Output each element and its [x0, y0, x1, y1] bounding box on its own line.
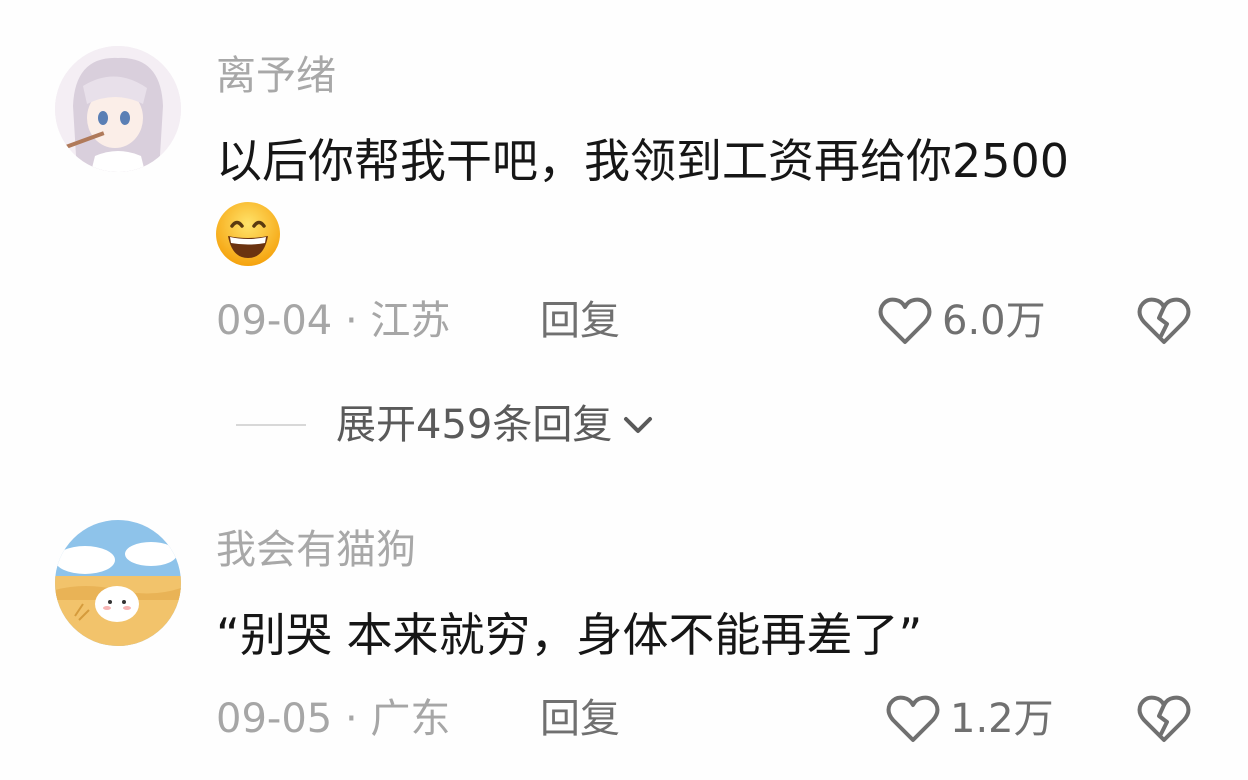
like-count: 1.2万 — [950, 696, 1054, 742]
comment-item: 我会有猫狗 “别哭 本来就穷，身体不能再差了” 09-05 · 广东 回复 1.… — [0, 500, 1248, 780]
comment-date-location: 09-05 · 广东 — [216, 696, 451, 742]
reply-button[interactable]: 回复 — [540, 694, 620, 744]
reply-button[interactable]: 回复 — [540, 296, 620, 346]
chevron-down-icon — [624, 417, 653, 433]
dislike-button[interactable] — [1136, 296, 1192, 346]
heart-outline-icon — [878, 297, 932, 344]
expand-replies-label: 展开459条回复 — [336, 402, 613, 448]
avatar[interactable] — [55, 46, 181, 172]
like-button[interactable]: 1.2万 — [886, 694, 1054, 744]
username[interactable]: 离予绪 — [216, 52, 336, 100]
avatar[interactable] — [55, 520, 181, 646]
comment-text: “别哭 本来就穷，身体不能再差了” — [216, 608, 923, 662]
like-button[interactable]: 6.0万 — [878, 296, 1046, 346]
broken-heart-icon — [1137, 695, 1191, 742]
comment-list: 离予绪 以后你帮我干吧，我领到工资再给你2500 09-04 · 江苏 回复 6… — [0, 0, 1248, 780]
divider-line — [236, 424, 306, 426]
like-count: 6.0万 — [942, 298, 1046, 344]
dislike-button[interactable] — [1136, 694, 1192, 744]
username[interactable]: 我会有猫狗 — [216, 526, 416, 574]
heart-outline-icon — [886, 695, 940, 742]
expand-replies-button[interactable]: 展开459条回复 — [236, 398, 658, 452]
broken-heart-icon — [1137, 297, 1191, 344]
comment-item: 离予绪 以后你帮我干吧，我领到工资再给你2500 09-04 · 江苏 回复 6… — [0, 0, 1248, 390]
comment-date-location: 09-04 · 江苏 — [216, 298, 451, 344]
grinning-face-emoji — [214, 200, 282, 268]
comment-text: 以后你帮我干吧，我领到工资再给你2500 — [216, 134, 1070, 188]
